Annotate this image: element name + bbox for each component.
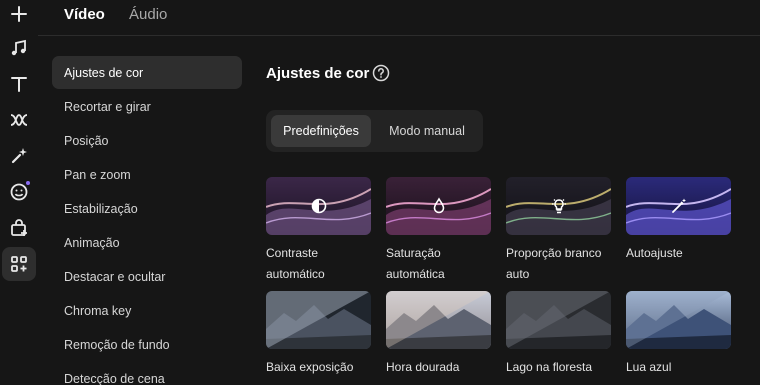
text-icon xyxy=(11,77,27,92)
sidebar-item-pan-e-zoom[interactable]: Pan e zoom xyxy=(52,158,242,191)
sidebar-item-destacar-e-ocultar[interactable]: Destacar e ocultar xyxy=(52,260,242,293)
text-tool-button[interactable] xyxy=(2,67,36,101)
preset-thumbnail xyxy=(506,291,611,349)
shopping-bag-icon xyxy=(11,219,27,236)
preset-thumbnail xyxy=(386,177,491,235)
plus-icon xyxy=(11,6,27,22)
preset-card-auto-contrast[interactable]: Contraste automático xyxy=(266,177,371,285)
preset-label: Hora dourada xyxy=(386,360,460,374)
preset-label: Autoajuste xyxy=(626,246,683,260)
stickers-tool-button[interactable] xyxy=(2,175,36,209)
music-note-icon xyxy=(11,39,26,56)
audio-tool-button[interactable] xyxy=(2,31,36,65)
help-icon[interactable] xyxy=(372,64,390,82)
sticker-emoji-icon xyxy=(10,183,28,201)
apps-grid-icon xyxy=(11,256,27,272)
presets-button[interactable]: Predefinições xyxy=(271,115,371,147)
preset-label: Saturação automática xyxy=(386,246,445,281)
magic-wand-icon xyxy=(671,198,686,213)
contrast-icon xyxy=(311,198,326,214)
preset-label: Lago na floresta xyxy=(506,360,593,374)
sidebar-item-chroma-key[interactable]: Chroma key xyxy=(52,294,242,327)
preset-thumbnail xyxy=(266,177,371,235)
sidebar-item-deteccao-de-cena[interactable]: Detecção de cena xyxy=(52,362,242,385)
droplet-icon xyxy=(433,197,444,214)
manual-mode-button[interactable]: Modo manual xyxy=(375,115,479,147)
transition-icon xyxy=(10,114,28,126)
preset-thumbnail xyxy=(626,291,731,349)
preset-card-blue-moon[interactable]: Lua azul xyxy=(626,291,731,378)
preset-label: Lua azul xyxy=(626,360,672,374)
page-title: Ajustes de cor xyxy=(266,65,370,82)
preset-label: Contraste automático xyxy=(266,246,325,281)
notification-dot xyxy=(26,181,30,185)
mode-segmented-control: Predefinições Modo manual xyxy=(266,110,483,152)
transitions-tool-button[interactable] xyxy=(2,103,36,137)
tab-audio[interactable]: Áudio xyxy=(129,6,167,23)
preset-card-golden-hour[interactable]: Hora dourada xyxy=(386,291,491,378)
store-tool-button[interactable] xyxy=(2,211,36,245)
preset-card-auto-white-balance[interactable]: Proporção branco auto xyxy=(506,177,611,285)
preset-thumbnail xyxy=(626,177,731,235)
sidebar-item-recortar-e-girar[interactable]: Recortar e girar xyxy=(52,90,242,123)
preset-card-auto-adjust[interactable]: Autoajuste xyxy=(626,177,731,264)
preset-thumbnail xyxy=(506,177,611,235)
sidebar-item-animacao[interactable]: Animação xyxy=(52,226,242,259)
preset-card-low-exposure[interactable]: Baixa exposição xyxy=(266,291,371,378)
sidebar-item-posicao[interactable]: Posição xyxy=(52,124,242,157)
effects-sparkle-icon xyxy=(11,148,27,164)
preset-label: Baixa exposição xyxy=(266,360,354,374)
tab-video[interactable]: Vídeo xyxy=(64,6,105,23)
preset-thumbnail xyxy=(266,291,371,349)
top-tabs: Vídeo Áudio xyxy=(38,0,760,36)
preset-label: Proporção branco auto xyxy=(506,246,602,281)
apps-tool-button[interactable] xyxy=(2,247,36,281)
bulb-icon xyxy=(551,199,566,214)
effects-tool-button[interactable] xyxy=(2,139,36,173)
preset-card-auto-saturation[interactable]: Saturação automática xyxy=(386,177,491,285)
preset-card-forest-lake[interactable]: Lago na floresta xyxy=(506,291,611,378)
preset-thumbnail xyxy=(386,291,491,349)
sidebar-item-ajustes-de-cor[interactable]: Ajustes de cor xyxy=(52,56,242,89)
add-media-button[interactable] xyxy=(2,0,36,31)
tool-rail xyxy=(0,0,38,385)
sidebar-item-estabilizacao[interactable]: Estabilização xyxy=(52,192,242,225)
sidebar-item-remocao-de-fundo[interactable]: Remoção de fundo xyxy=(52,328,242,361)
